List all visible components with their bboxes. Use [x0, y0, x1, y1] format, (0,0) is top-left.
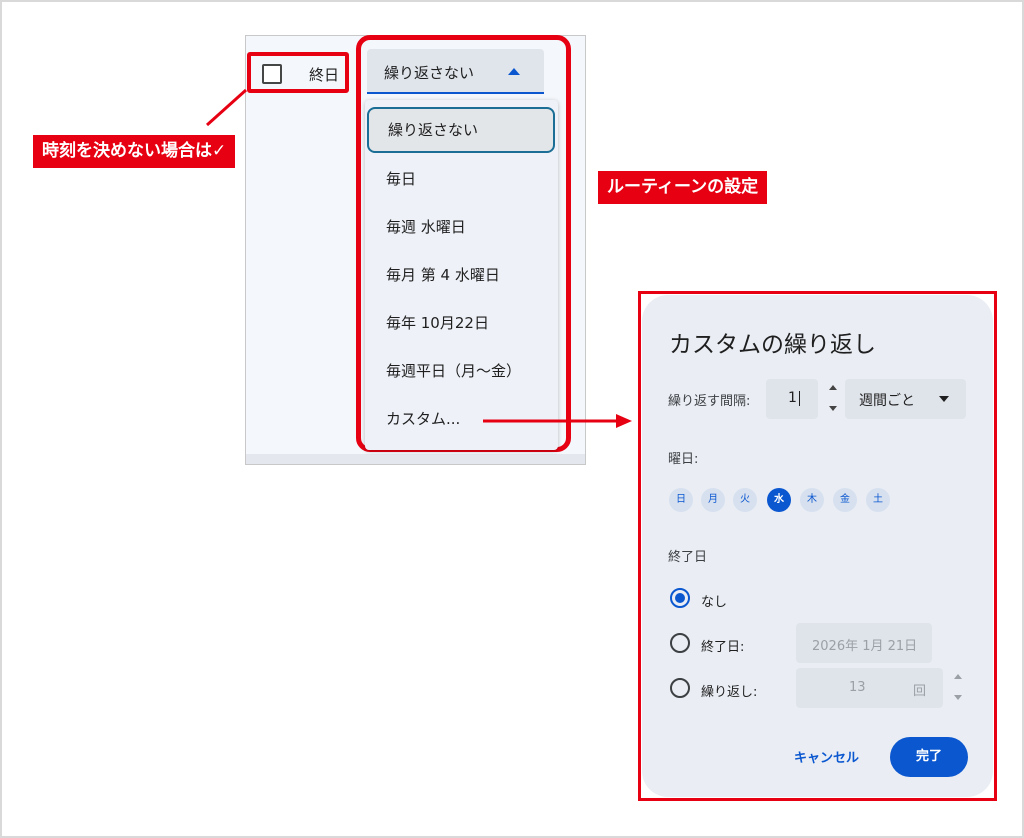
weekday-sat[interactable]: 土	[866, 488, 890, 512]
end-on-date-label: 終了日:	[701, 640, 745, 655]
all-day-label: 終日	[309, 66, 340, 84]
callout-all-day: 時刻を決めない場合は✓	[33, 135, 236, 168]
weekday-fri[interactable]: 金	[833, 488, 857, 512]
caret-up-icon	[508, 68, 520, 75]
end-after-label: 繰り返し:	[701, 685, 758, 700]
caret-down-icon	[939, 396, 949, 402]
repeat-menu-item-yearly[interactable]: 毎年 10月22日	[365, 300, 558, 346]
interval-unit-value: 週間ごと	[859, 393, 915, 409]
repeat-menu-item-daily[interactable]: 毎日	[365, 156, 558, 202]
occurrences-unit: 回	[913, 684, 927, 699]
end-section-label: 終了日	[668, 550, 708, 565]
repeat-menu-item-weekly[interactable]: 毎週 水曜日	[365, 204, 558, 250]
repeat-menu-item-weekdays[interactable]: 毎週平日（月～金）	[365, 348, 558, 394]
dialog-title: カスタムの繰り返し	[669, 332, 876, 358]
interval-unit-select[interactable]: 週間ごと	[845, 379, 966, 419]
end-on-date-radio[interactable]	[670, 633, 690, 653]
repeat-dropdown[interactable]: 繰り返さない	[367, 49, 544, 94]
occurrences-value: 13	[849, 680, 866, 695]
done-button[interactable]: 完了	[890, 737, 968, 777]
occurrences-spin-up-icon[interactable]	[954, 674, 962, 679]
callout-routine: ルーティーンの設定	[598, 171, 768, 204]
end-after-radio[interactable]	[670, 678, 690, 698]
weekday-tue[interactable]: 火	[733, 488, 757, 512]
weekday-wed[interactable]: 水	[767, 488, 791, 512]
all-day-checkbox-row[interactable]: 終日	[247, 52, 349, 93]
repeat-menu-item-none[interactable]: 繰り返さない	[367, 107, 555, 153]
end-date-value: 2026年 1月 21日	[812, 639, 918, 654]
weekdays-label: 曜日:	[668, 452, 699, 467]
repeat-menu-item-monthly[interactable]: 毎月 第 4 水曜日	[365, 252, 558, 298]
interval-label: 繰り返す間隔:	[668, 394, 751, 409]
panel-bottom-strip	[246, 454, 585, 464]
all-day-checkbox[interactable]	[262, 64, 282, 84]
interval-input[interactable]: 1	[766, 379, 818, 419]
spin-up-icon[interactable]	[829, 385, 837, 390]
weekday-sun[interactable]: 日	[669, 488, 693, 512]
cancel-button[interactable]: キャンセル	[794, 747, 859, 766]
repeat-dropdown-value: 繰り返さない	[384, 64, 475, 82]
end-never-radio[interactable]	[670, 588, 690, 608]
occurrences-spin-down-icon[interactable]	[954, 695, 962, 700]
interval-value: 1	[788, 390, 800, 406]
weekday-mon[interactable]: 月	[701, 488, 725, 512]
repeat-menu: 繰り返さない 毎日 毎週 水曜日 毎月 第 4 水曜日 毎年 10月22日 毎週…	[365, 100, 558, 450]
occurrences-input[interactable]: 13 回	[796, 668, 943, 708]
custom-repeat-dialog: カスタムの繰り返し 繰り返す間隔: 1 週間ごと 曜日: 日 月 火 水 木 金…	[642, 295, 993, 797]
end-date-input[interactable]: 2026年 1月 21日	[796, 623, 932, 663]
spin-down-icon[interactable]	[829, 406, 837, 411]
end-never-label: なし	[701, 595, 728, 610]
weekday-thu[interactable]: 木	[800, 488, 824, 512]
repeat-menu-item-custom[interactable]: カスタム...	[365, 396, 558, 442]
